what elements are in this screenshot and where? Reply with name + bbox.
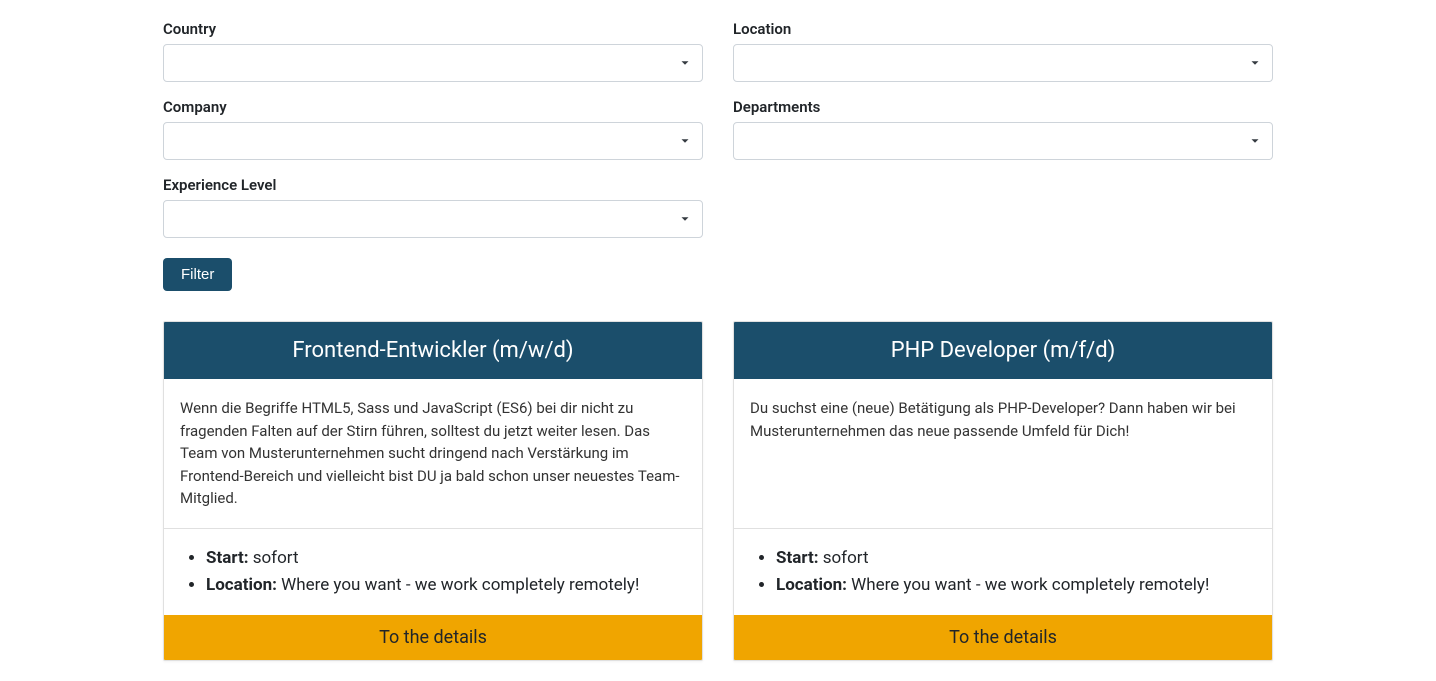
country-select[interactable] — [163, 44, 703, 82]
job-meta: Start: sofort Location: Where you want -… — [734, 529, 1272, 615]
job-title: Frontend-Entwickler (m/w/d) — [164, 322, 702, 379]
departments-label: Departments — [733, 98, 1273, 116]
filter-location-group: Location — [733, 20, 1273, 82]
job-title: PHP Developer (m/f/d) — [734, 322, 1272, 379]
details-button[interactable]: To the details — [734, 615, 1272, 660]
job-start-value: sofort — [249, 548, 299, 568]
job-start-row: Start: sofort — [206, 545, 686, 572]
job-location-row: Location: Where you want - we work compl… — [776, 572, 1256, 599]
job-description: Du suchst eine (neue) Betätigung als PHP… — [734, 379, 1272, 528]
details-button[interactable]: To the details — [164, 615, 702, 660]
job-start-value: sofort — [819, 548, 869, 568]
filter-departments-group: Departments — [733, 98, 1273, 160]
location-select[interactable] — [733, 44, 1273, 82]
departments-select[interactable] — [733, 122, 1273, 160]
job-location-value: Where you want - we work completely remo… — [277, 575, 639, 595]
job-start-label: Start: — [206, 548, 249, 568]
company-select[interactable] — [163, 122, 703, 160]
job-location-row: Location: Where you want - we work compl… — [206, 572, 686, 599]
experience-select[interactable] — [163, 200, 703, 238]
job-card: PHP Developer (m/f/d) Du suchst eine (ne… — [718, 321, 1288, 661]
job-meta: Start: sofort Location: Where you want -… — [164, 529, 702, 615]
job-description: Wenn die Begriffe HTML5, Sass und JavaSc… — [164, 379, 702, 528]
job-location-label: Location: — [776, 575, 847, 595]
country-label: Country — [163, 20, 703, 38]
filter-company-group: Company — [163, 98, 703, 160]
job-start-row: Start: sofort — [776, 545, 1256, 572]
filter-container: Country Location Company Departments — [148, 20, 1288, 661]
location-label: Location — [733, 20, 1273, 38]
job-location-label: Location: — [206, 575, 277, 595]
jobs-list: Frontend-Entwickler (m/w/d) Wenn die Beg… — [148, 321, 1288, 661]
experience-label: Experience Level — [163, 176, 703, 194]
filter-country-group: Country — [163, 20, 703, 82]
job-start-label: Start: — [776, 548, 819, 568]
company-label: Company — [163, 98, 703, 116]
filter-button[interactable]: Filter — [163, 258, 232, 291]
job-card: Frontend-Entwickler (m/w/d) Wenn die Beg… — [148, 321, 718, 661]
filter-experience-group: Experience Level — [163, 176, 703, 238]
job-location-value: Where you want - we work completely remo… — [847, 575, 1209, 595]
